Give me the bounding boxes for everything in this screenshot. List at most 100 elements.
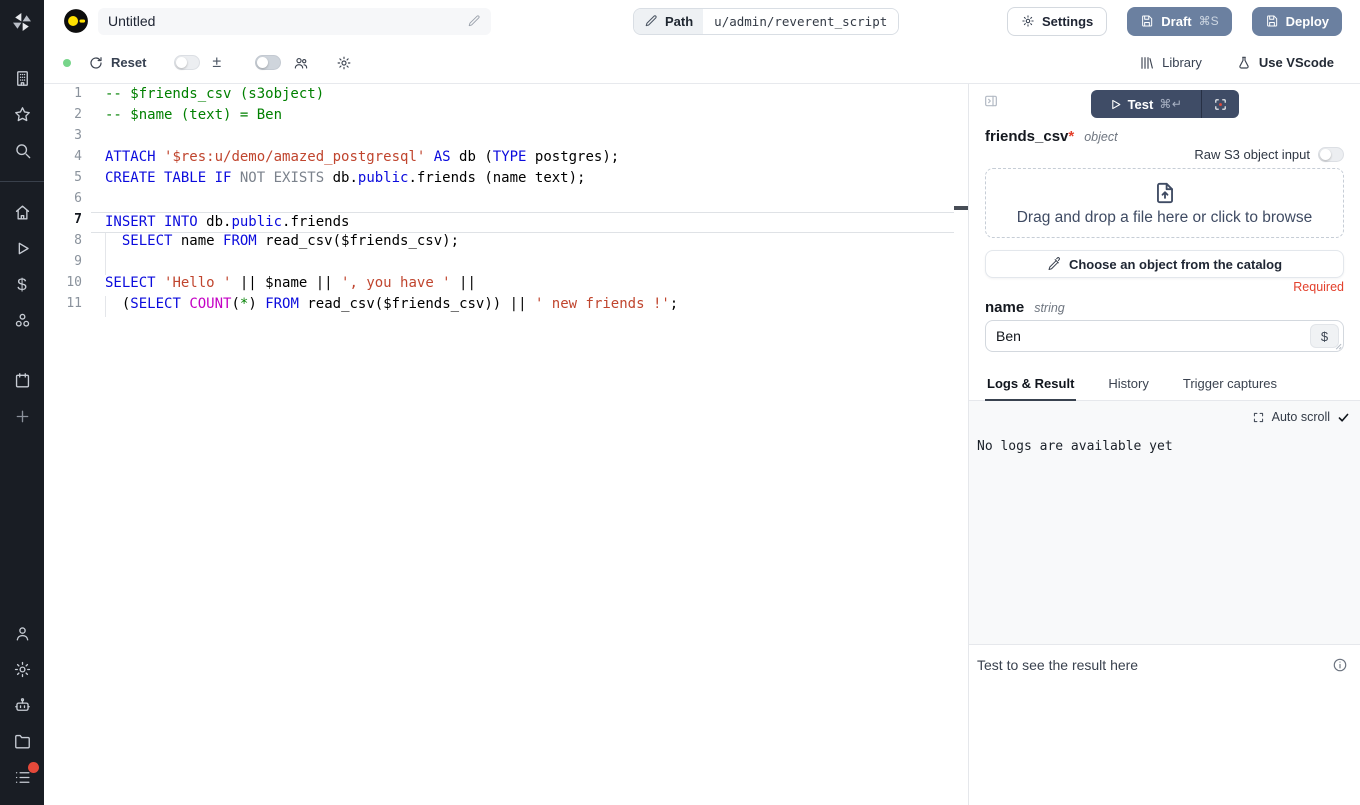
editor-toolbar: Reset ± Library [44, 42, 1360, 84]
name-input[interactable] [986, 328, 1343, 344]
sidebar-item-schedules[interactable] [0, 362, 44, 398]
code-line[interactable]: SELECT 'Hello ' || $name || ', you have … [91, 275, 954, 296]
line-number: 4 [44, 149, 91, 170]
pencil-icon [644, 14, 658, 28]
home-icon [13, 203, 32, 222]
check-icon [1337, 411, 1350, 424]
code-line[interactable] [91, 191, 954, 212]
gear-icon [13, 660, 32, 679]
line-number: 8 [44, 233, 91, 254]
arg-type: object [1084, 130, 1117, 144]
result-info-button[interactable] [1332, 657, 1348, 673]
autoscroll-control[interactable]: Auto scroll [977, 410, 1352, 424]
file-dropzone[interactable]: Drag and drop a file here or click to br… [985, 168, 1344, 238]
code-line[interactable]: ATTACH '$res:u/demo/amazed_postgresql' A… [91, 149, 954, 170]
tab-trigger-captures[interactable]: Trigger captures [1181, 376, 1279, 400]
draft-shortcut: ⌘S [1199, 14, 1219, 28]
resize-grip-icon [1333, 341, 1342, 350]
use-vscode-button[interactable]: Use VScode [1236, 55, 1334, 71]
library-button[interactable]: Library [1139, 55, 1202, 71]
capture-test-button[interactable] [1202, 90, 1239, 118]
sidebar-item-workspace[interactable] [0, 60, 44, 96]
duckdb-language-icon [63, 8, 89, 34]
choose-object-catalog-button[interactable]: Choose an object from the catalog [985, 250, 1344, 278]
settings-button[interactable]: Settings [1007, 7, 1107, 36]
code-line[interactable]: (SELECT COUNT(*) FROM read_csv($friends_… [91, 296, 954, 317]
plus-minus-icon[interactable]: ± [212, 55, 221, 71]
windmill-logo[interactable] [0, 0, 44, 44]
path-value: u/admin/reverent_script [703, 9, 898, 34]
topbar: Untitled Path u/admin/reverent_script Se… [44, 0, 1360, 42]
user-icon [13, 624, 32, 643]
path-label: Path [665, 14, 693, 29]
sidebar-item-variables[interactable]: $ [0, 266, 44, 302]
capture-frame-icon [1213, 97, 1228, 112]
play-icon [13, 239, 32, 258]
panel-collapse-icon [983, 93, 999, 109]
library-label: Library [1162, 55, 1202, 70]
edit-title-button[interactable] [467, 14, 481, 28]
reset-button[interactable]: Reset [88, 55, 146, 71]
logs-pane: Auto scroll No logs are available yet [969, 401, 1360, 645]
deploy-label: Deploy [1286, 14, 1329, 29]
search-icon [13, 141, 32, 160]
sidebar-item-ai[interactable] [0, 687, 44, 723]
collapse-panel-button[interactable] [983, 93, 999, 109]
code-line[interactable]: INSERT INTO db.public.friends [91, 212, 954, 233]
dropzone-text: Drag and drop a file here or click to br… [1017, 209, 1313, 227]
code-line[interactable]: CREATE TABLE IF NOT EXISTS db.public.fri… [91, 170, 954, 191]
sidebar-item-add[interactable] [0, 398, 44, 434]
code-line[interactable]: -- $friends_csv (s3object) [91, 86, 954, 107]
tab-logs-result[interactable]: Logs & Result [985, 376, 1076, 401]
panel-tabs: Logs & Result History Trigger captures [969, 376, 1360, 401]
sidebar-item-runs[interactable] [0, 230, 44, 266]
users-icon [293, 55, 309, 71]
logs-empty-message: No logs are available yet [977, 439, 1352, 454]
code-line[interactable] [91, 254, 954, 275]
raw-s3-toggle-row: Raw S3 object input [985, 147, 1344, 162]
code-line[interactable] [91, 128, 954, 149]
code-line[interactable]: -- $name (text) = Ben [91, 107, 954, 128]
diff-toggle[interactable] [174, 55, 200, 70]
deploy-button[interactable]: Deploy [1252, 7, 1342, 36]
catalog-button-label: Choose an object from the catalog [1069, 257, 1282, 272]
sidebar-item-folders[interactable] [0, 723, 44, 759]
sidebar-item-audit-logs[interactable] [0, 759, 44, 795]
editor-code[interactable]: -- $friends_csv (s3object)-- $name (text… [91, 86, 954, 317]
path-chip[interactable]: Path u/admin/reverent_script [633, 8, 899, 35]
play-icon [1109, 98, 1122, 111]
test-button[interactable]: Test ⌘↵ [1091, 90, 1201, 118]
code-editor[interactable]: 1234567891011 -- $friends_csv (s3object)… [44, 84, 968, 805]
resize-handle[interactable] [1333, 341, 1342, 350]
required-hint: Required [985, 280, 1344, 294]
multiplayer-users-button[interactable] [293, 55, 309, 71]
line-number: 3 [44, 128, 91, 149]
line-number: 6 [44, 191, 91, 212]
line-number: 2 [44, 107, 91, 128]
editor-scrollbar[interactable] [954, 84, 968, 805]
save-icon [1265, 14, 1279, 28]
refresh-icon [88, 55, 104, 71]
multiplayer-toggle[interactable] [255, 55, 281, 70]
sidebar-item-search[interactable] [0, 132, 44, 168]
autoscroll-label: Auto scroll [1272, 410, 1330, 424]
test-shortcut: ⌘↵ [1159, 97, 1182, 111]
editor-gutter: 1234567891011 [44, 86, 91, 317]
sidebar-item-resources[interactable] [0, 302, 44, 338]
sidebar-item-favorites[interactable] [0, 96, 44, 132]
script-title-box[interactable]: Untitled [98, 8, 491, 35]
tab-history[interactable]: History [1106, 376, 1150, 400]
sidebar-item-account[interactable] [0, 615, 44, 651]
expand-icon [1252, 411, 1265, 424]
info-icon [1332, 657, 1348, 673]
draft-button[interactable]: Draft ⌘S [1127, 7, 1231, 36]
raw-s3-toggle[interactable] [1318, 147, 1344, 162]
result-pane: Test to see the result here [969, 645, 1360, 805]
sidebar-item-home[interactable] [0, 194, 44, 230]
app-sidebar: $ [0, 0, 44, 805]
sidebar-item-settings[interactable] [0, 651, 44, 687]
robot-icon [13, 696, 32, 715]
script-title: Untitled [108, 13, 155, 29]
editor-settings-button[interactable] [336, 55, 352, 71]
code-line[interactable]: SELECT name FROM read_csv($friends_csv); [91, 233, 954, 254]
